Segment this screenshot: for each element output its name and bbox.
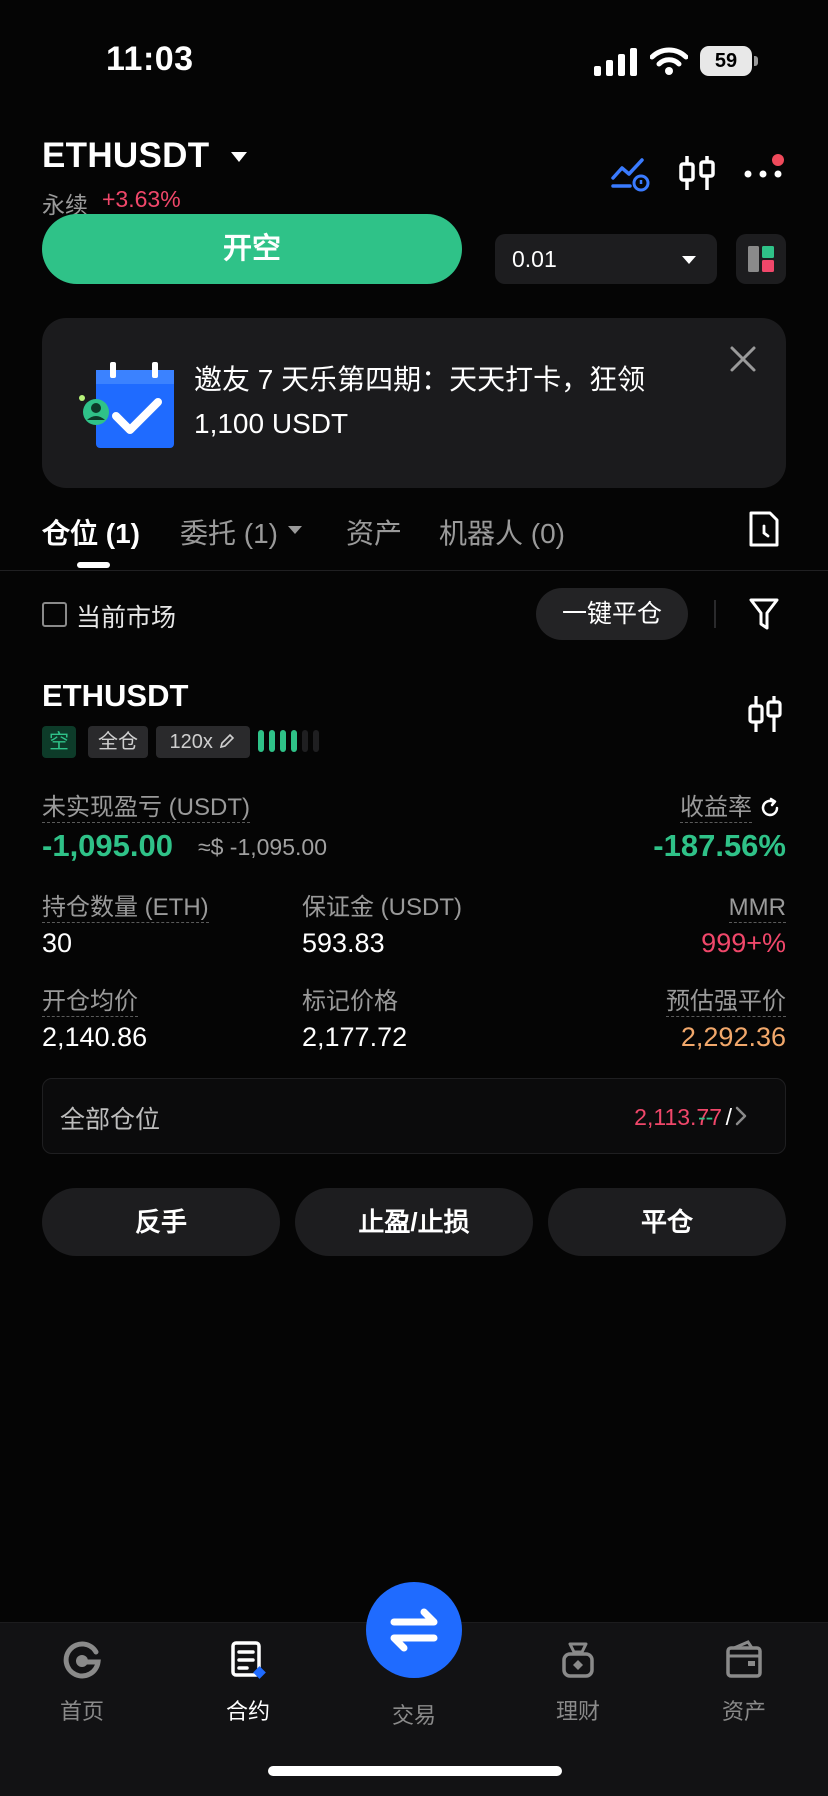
all-positions-other: -- <box>698 1104 714 1130</box>
all-positions-separator: / <box>725 1104 732 1130</box>
calendar-check-icon <box>79 362 174 448</box>
banner-line-1: 邀友 7 天乐第四期：天天打卡，狂领 <box>194 364 646 395</box>
orderbook-layout-button[interactable] <box>736 234 786 284</box>
open-short-button[interactable]: 开空 <box>42 214 462 284</box>
mark-price-value: 2,177.72 <box>302 1022 408 1052</box>
quantity-dropdown-icon <box>682 256 696 264</box>
nav-assets-label: 资产 <box>721 1699 766 1724</box>
finance-icon <box>562 1642 594 1678</box>
battery-level: 59 <box>700 46 752 76</box>
notification-dot <box>772 154 784 166</box>
wallet-icon <box>726 1640 762 1678</box>
pair-title[interactable]: ETHUSDT <box>42 136 209 176</box>
tab-positions[interactable]: 仓位 (1) <box>42 512 140 552</box>
status-time: 11:03 <box>106 40 194 78</box>
side-tag: 空 <box>42 726 76 758</box>
mark-price-label: 标记价格 <box>302 988 398 1015</box>
nav-home[interactable]: 首页 <box>22 1640 142 1726</box>
divider <box>0 570 828 571</box>
separator <box>714 600 716 628</box>
chevron-down-icon[interactable] <box>288 526 302 534</box>
current-market-checkbox[interactable] <box>42 602 67 627</box>
chevron-right-icon <box>735 1106 747 1126</box>
unrealized-pnl-label[interactable]: 未实现盈亏 (USDT) <box>42 794 250 823</box>
cellular-signal-icon <box>594 48 637 76</box>
banner-text: 邀友 7 天乐第四期：天天打卡，狂领 1,100 USDT <box>194 358 674 446</box>
roe-label[interactable]: 收益率 <box>680 794 752 823</box>
tab-orders[interactable]: 委托 (1) <box>180 512 278 552</box>
mmr-value: 999+% <box>701 928 786 958</box>
filter-icon[interactable] <box>748 596 780 632</box>
roe-value: -187.56% <box>653 828 786 863</box>
close-position-button[interactable]: 平仓 <box>548 1188 786 1256</box>
entry-price-label[interactable]: 开仓均价 <box>42 988 138 1017</box>
edit-icon <box>220 733 235 749</box>
unrealized-pnl-value: -1,095.00 <box>42 828 173 863</box>
unrealized-pnl-approx: ≈$ -1,095.00 <box>198 834 327 860</box>
liq-price-value: 2,292.36 <box>680 1022 786 1052</box>
tpsl-button[interactable]: 止盈/止损 <box>295 1188 533 1256</box>
risk-level-icon <box>258 730 319 752</box>
candlestick-icon[interactable] <box>746 694 784 734</box>
history-doc-icon[interactable] <box>748 510 780 548</box>
candlestick-icon[interactable] <box>676 152 718 194</box>
leverage-value: 120x <box>169 731 213 753</box>
current-market-label[interactable]: 当前市场 <box>76 598 176 634</box>
layout-icon <box>748 246 774 272</box>
all-positions-label: 全部仓位 <box>60 1106 161 1134</box>
nav-assets[interactable]: 资产 <box>684 1640 804 1726</box>
liq-price-label[interactable]: 预估强平价 <box>666 988 786 1017</box>
size-label[interactable]: 持仓数量 (ETH) <box>42 894 209 923</box>
nav-trade-label[interactable]: 交易 <box>368 1698 460 1730</box>
wifi-icon <box>650 47 688 75</box>
refresh-icon[interactable] <box>759 797 781 819</box>
entry-price-value: 2,140.86 <box>42 1022 148 1052</box>
leverage-tag[interactable]: 120x <box>156 726 250 758</box>
peek-red <box>494 208 544 216</box>
price-change: +3.63% <box>102 186 181 212</box>
reverse-button[interactable]: 反手 <box>42 1188 280 1256</box>
banner-line-2: 1,100 USDT <box>194 408 349 439</box>
nav-contract[interactable]: 合约 <box>188 1640 308 1726</box>
tab-bots[interactable]: 机器人 (0) <box>439 512 565 552</box>
nav-contract-label: 合约 <box>225 1699 270 1724</box>
margin-value: 593.83 <box>302 928 385 958</box>
trend-icon[interactable] <box>610 152 652 194</box>
pair-dropdown-icon[interactable] <box>231 152 247 162</box>
nav-finance[interactable]: 理财 <box>518 1640 638 1726</box>
mmr-label[interactable]: MMR <box>728 894 786 923</box>
close-icon[interactable] <box>728 344 758 374</box>
battery-icon: 59 <box>700 46 758 76</box>
tab-assets[interactable]: 资产 <box>346 512 402 552</box>
margin-label: 保证金 (USDT) <box>302 894 462 921</box>
home-icon <box>63 1641 101 1679</box>
trade-fab-button[interactable] <box>366 1582 462 1678</box>
swap-icon <box>390 1608 438 1652</box>
margin-mode-tag: 全仓 <box>88 726 148 758</box>
quantity-value: 0.01 <box>512 246 557 272</box>
position-symbol[interactable]: ETHUSDT <box>42 678 188 714</box>
close-all-button[interactable]: 一键平仓 <box>536 588 688 640</box>
tab-indicator <box>77 562 110 568</box>
nav-finance-label: 理财 <box>555 1699 600 1724</box>
nav-home-label: 首页 <box>59 1699 104 1724</box>
home-indicator[interactable] <box>268 1766 562 1776</box>
size-value: 30 <box>42 928 73 958</box>
contract-icon <box>231 1641 266 1679</box>
